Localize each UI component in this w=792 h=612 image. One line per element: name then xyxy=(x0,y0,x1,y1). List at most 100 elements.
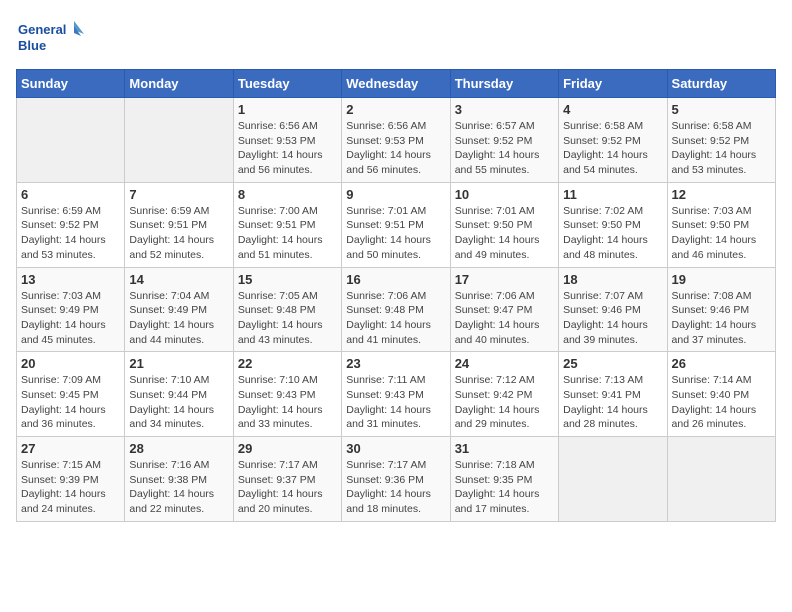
calendar-cell: 27 Sunrise: 7:15 AM Sunset: 9:39 PM Dayli… xyxy=(17,437,125,522)
calendar-header: SundayMondayTuesdayWednesdayThursdayFrid… xyxy=(17,70,776,98)
day-number: 15 xyxy=(238,272,337,287)
calendar-week-4: 20Sunrise: 7:09 AM Sunset: 9:45 PM Dayli… xyxy=(17,352,776,437)
calendar-cell: 21Sunrise: 7:10 AM Sunset: 9:44 PM Dayli… xyxy=(125,352,233,437)
logo-svg: General Blue xyxy=(16,16,86,61)
day-info: Sunrise: 7:03 AM Sunset: 9:50 PM Dayligh… xyxy=(672,204,771,263)
day-number: 18 xyxy=(563,272,662,287)
day-number: 6 xyxy=(21,187,120,202)
day-info: Sunrise: 7:16 AM Sunset: 9:38 PM Dayligh… xyxy=(129,458,228,517)
day-info: Sunrise: 7:00 AM Sunset: 9:51 PM Dayligh… xyxy=(238,204,337,263)
calendar-cell: 20Sunrise: 7:09 AM Sunset: 9:45 PM Dayli… xyxy=(17,352,125,437)
day-number: 22 xyxy=(238,356,337,371)
day-info: Sunrise: 7:01 AM Sunset: 9:51 PM Dayligh… xyxy=(346,204,445,263)
logo: General Blue xyxy=(16,16,86,61)
day-number: 3 xyxy=(455,102,554,117)
weekday-header-row: SundayMondayTuesdayWednesdayThursdayFrid… xyxy=(17,70,776,98)
day-info: Sunrise: 7:06 AM Sunset: 9:47 PM Dayligh… xyxy=(455,289,554,348)
day-info: Sunrise: 7:03 AM Sunset: 9:49 PM Dayligh… xyxy=(21,289,120,348)
calendar-cell: 25Sunrise: 7:13 AM Sunset: 9:41 PM Dayli… xyxy=(559,352,667,437)
day-number: 23 xyxy=(346,356,445,371)
day-info: Sunrise: 6:58 AM Sunset: 9:52 PM Dayligh… xyxy=(563,119,662,178)
calendar-week-5: 27 Sunrise: 7:15 AM Sunset: 9:39 PM Dayli… xyxy=(17,437,776,522)
day-info: Sunrise: 7:02 AM Sunset: 9:50 PM Dayligh… xyxy=(563,204,662,263)
calendar-week-2: 6 Sunrise: 6:59 AM Sunset: 9:52 PM Daylig… xyxy=(17,182,776,267)
day-number: 11 xyxy=(563,187,662,202)
day-number: 2 xyxy=(346,102,445,117)
day-info: Sunrise: 6:58 AM Sunset: 9:52 PM Dayligh… xyxy=(672,119,771,178)
calendar-cell: 12 Sunrise: 7:03 AM Sunset: 9:50 PM Dayli… xyxy=(667,182,775,267)
weekday-header-saturday: Saturday xyxy=(667,70,775,98)
calendar-cell: 18 Sunrise: 7:07 AM Sunset: 9:46 PM Dayli… xyxy=(559,267,667,352)
day-number: 30 xyxy=(346,441,445,456)
day-number: 28 xyxy=(129,441,228,456)
calendar-cell: 7 Sunrise: 6:59 AM Sunset: 9:51 PM Daylig… xyxy=(125,182,233,267)
day-number: 10 xyxy=(455,187,554,202)
calendar-week-1: 1 Sunrise: 6:56 AM Sunset: 9:53 PM Daylig… xyxy=(17,98,776,183)
day-number: 16 xyxy=(346,272,445,287)
weekday-header-thursday: Thursday xyxy=(450,70,558,98)
day-info: Sunrise: 7:12 AM Sunset: 9:42 PM Dayligh… xyxy=(455,373,554,432)
day-number: 25 xyxy=(563,356,662,371)
calendar-cell: 29 Sunrise: 7:17 AM Sunset: 9:37 PM Dayli… xyxy=(233,437,341,522)
calendar-cell: 24Sunrise: 7:12 AM Sunset: 9:42 PM Dayli… xyxy=(450,352,558,437)
day-info: Sunrise: 7:17 AM Sunset: 9:36 PM Dayligh… xyxy=(346,458,445,517)
day-info: Sunrise: 7:10 AM Sunset: 9:44 PM Dayligh… xyxy=(129,373,228,432)
day-info: Sunrise: 7:07 AM Sunset: 9:46 PM Dayligh… xyxy=(563,289,662,348)
day-number: 5 xyxy=(672,102,771,117)
day-info: Sunrise: 7:05 AM Sunset: 9:48 PM Dayligh… xyxy=(238,289,337,348)
weekday-header-wednesday: Wednesday xyxy=(342,70,450,98)
calendar-cell: 31Sunrise: 7:18 AM Sunset: 9:35 PM Dayli… xyxy=(450,437,558,522)
day-info: Sunrise: 7:10 AM Sunset: 9:43 PM Dayligh… xyxy=(238,373,337,432)
day-number: 27 xyxy=(21,441,120,456)
day-number: 1 xyxy=(238,102,337,117)
day-info: Sunrise: 7:18 AM Sunset: 9:35 PM Dayligh… xyxy=(455,458,554,517)
day-number: 7 xyxy=(129,187,228,202)
day-info: Sunrise: 6:57 AM Sunset: 9:52 PM Dayligh… xyxy=(455,119,554,178)
weekday-header-friday: Friday xyxy=(559,70,667,98)
calendar-cell: 26 Sunrise: 7:14 AM Sunset: 9:40 PM Dayli… xyxy=(667,352,775,437)
day-info: Sunrise: 7:15 AM Sunset: 9:39 PM Dayligh… xyxy=(21,458,120,517)
calendar-table: SundayMondayTuesdayWednesdayThursdayFrid… xyxy=(16,69,776,522)
day-number: 9 xyxy=(346,187,445,202)
day-number: 8 xyxy=(238,187,337,202)
header: General Blue xyxy=(16,16,776,61)
day-number: 19 xyxy=(672,272,771,287)
day-info: Sunrise: 7:01 AM Sunset: 9:50 PM Dayligh… xyxy=(455,204,554,263)
svg-text:General: General xyxy=(18,22,66,37)
calendar-cell: 3 Sunrise: 6:57 AM Sunset: 9:52 PM Daylig… xyxy=(450,98,558,183)
day-info: Sunrise: 6:59 AM Sunset: 9:52 PM Dayligh… xyxy=(21,204,120,263)
calendar-cell: 14 Sunrise: 7:04 AM Sunset: 9:49 PM Dayli… xyxy=(125,267,233,352)
calendar-cell: 9 Sunrise: 7:01 AM Sunset: 9:51 PM Daylig… xyxy=(342,182,450,267)
weekday-header-sunday: Sunday xyxy=(17,70,125,98)
day-number: 14 xyxy=(129,272,228,287)
day-number: 26 xyxy=(672,356,771,371)
calendar-cell xyxy=(559,437,667,522)
day-number: 13 xyxy=(21,272,120,287)
calendar-cell: 5 Sunrise: 6:58 AM Sunset: 9:52 PM Daylig… xyxy=(667,98,775,183)
day-info: Sunrise: 6:56 AM Sunset: 9:53 PM Dayligh… xyxy=(238,119,337,178)
calendar-cell: 8 Sunrise: 7:00 AM Sunset: 9:51 PM Daylig… xyxy=(233,182,341,267)
calendar-cell: 17 Sunrise: 7:06 AM Sunset: 9:47 PM Dayli… xyxy=(450,267,558,352)
calendar-cell: 23Sunrise: 7:11 AM Sunset: 9:43 PM Dayli… xyxy=(342,352,450,437)
day-info: Sunrise: 6:59 AM Sunset: 9:51 PM Dayligh… xyxy=(129,204,228,263)
day-number: 29 xyxy=(238,441,337,456)
day-info: Sunrise: 7:09 AM Sunset: 9:45 PM Dayligh… xyxy=(21,373,120,432)
calendar-cell xyxy=(17,98,125,183)
day-info: Sunrise: 7:06 AM Sunset: 9:48 PM Dayligh… xyxy=(346,289,445,348)
calendar-body: 1 Sunrise: 6:56 AM Sunset: 9:53 PM Daylig… xyxy=(17,98,776,522)
day-number: 12 xyxy=(672,187,771,202)
day-info: Sunrise: 7:04 AM Sunset: 9:49 PM Dayligh… xyxy=(129,289,228,348)
day-number: 17 xyxy=(455,272,554,287)
day-info: Sunrise: 7:14 AM Sunset: 9:40 PM Dayligh… xyxy=(672,373,771,432)
svg-text:Blue: Blue xyxy=(18,38,46,53)
calendar-cell: 10 Sunrise: 7:01 AM Sunset: 9:50 PM Dayli… xyxy=(450,182,558,267)
day-info: Sunrise: 7:17 AM Sunset: 9:37 PM Dayligh… xyxy=(238,458,337,517)
day-info: Sunrise: 7:08 AM Sunset: 9:46 PM Dayligh… xyxy=(672,289,771,348)
day-number: 4 xyxy=(563,102,662,117)
calendar-cell: 19 Sunrise: 7:08 AM Sunset: 9:46 PM Dayli… xyxy=(667,267,775,352)
calendar-cell: 4 Sunrise: 6:58 AM Sunset: 9:52 PM Daylig… xyxy=(559,98,667,183)
calendar-cell xyxy=(125,98,233,183)
calendar-cell xyxy=(667,437,775,522)
calendar-cell: 6 Sunrise: 6:59 AM Sunset: 9:52 PM Daylig… xyxy=(17,182,125,267)
weekday-header-tuesday: Tuesday xyxy=(233,70,341,98)
